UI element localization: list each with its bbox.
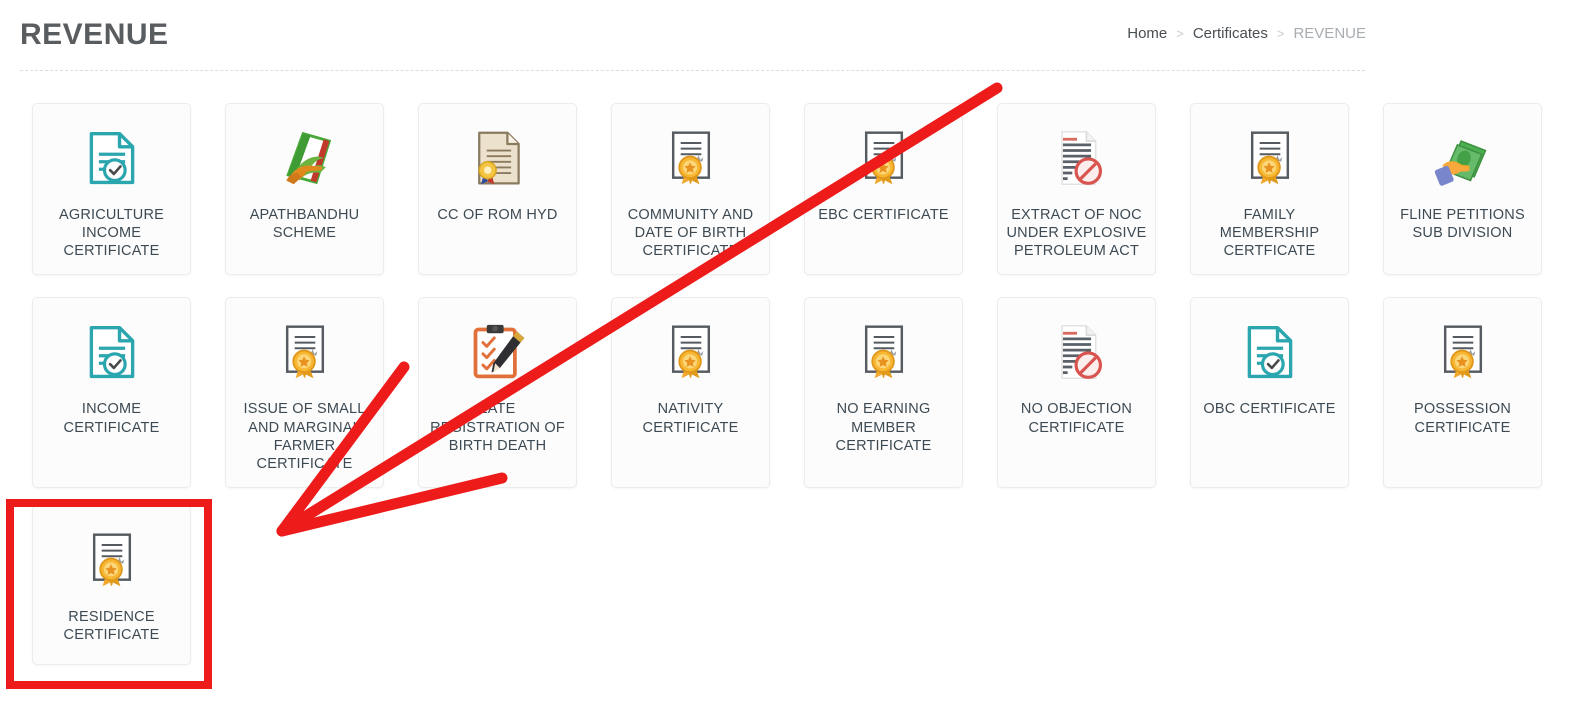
- certificate-card-fline-petitions-sub-division[interactable]: FLINE PETITIONS SUB DIVISION: [1383, 103, 1542, 276]
- certificate-card-label: RESIDENCE CERTIFICATE: [63, 609, 160, 644]
- certificate-card-label: APATHBANDHU SCHEME: [249, 207, 360, 242]
- breadcrumb-separator-icon: >: [1176, 26, 1184, 41]
- certificate-grid: AGRICULTURE INCOME CERTIFICATE APATHBAND…: [0, 103, 1586, 488]
- certificate-card-label: FLINE PETITIONS SUB DIVISION: [1400, 207, 1525, 242]
- teal-certificate-check-icon: [1239, 320, 1301, 384]
- certificate-card-late-registration-of-birth-death[interactable]: LATE REGISTRATION OF BIRTH DEATH: [418, 297, 577, 488]
- beige-document-seal-icon: [467, 126, 529, 190]
- revenue-certificates-page: REVENUE Home > Certificates > REVENUE AG…: [0, 0, 1586, 712]
- breadcrumb-item-revenue: REVENUE: [1293, 25, 1366, 42]
- certificate-card-family-membership-certficate[interactable]: FAMILY MEMBERSHIP CERTFICATE: [1190, 103, 1349, 276]
- certificate-card-ebc-certificate[interactable]: EBC CERTIFICATE: [804, 103, 963, 276]
- certificate-card-cc-of-rom-hyd[interactable]: CC OF ROM HYD: [418, 103, 577, 276]
- certificate-card-label: COMMUNITY AND DATE OF BIRTH CERTIFICATE: [627, 207, 754, 260]
- certificate-card-agriculture-income-certificate[interactable]: AGRICULTURE INCOME CERTIFICATE: [32, 103, 191, 276]
- certificate-card-label: NO EARNING MEMBER CERTIFICATE: [835, 401, 932, 454]
- teal-certificate-check-icon: [81, 320, 143, 384]
- teal-certificate-check-icon: [81, 126, 143, 190]
- certificate-card-label: FAMILY MEMBERSHIP CERTFICATE: [1219, 207, 1320, 260]
- certificate-card-residence-certificate[interactable]: RESIDENCE CERTIFICATE: [32, 505, 191, 665]
- hand-leaf-scheme-icon: [274, 126, 336, 190]
- breadcrumb-item-home[interactable]: Home: [1127, 25, 1167, 42]
- certificate-card-label: INCOME CERTIFICATE: [63, 401, 160, 436]
- certificate-card-label: OBC CERTIFICATE: [1203, 401, 1336, 418]
- header-divider: [20, 70, 1365, 71]
- gold-ribbon-certificate-icon: [660, 320, 722, 384]
- certificate-card-label: NO OBJECTION CERTIFICATE: [1020, 401, 1133, 436]
- clipboard-pen-icon: [467, 320, 529, 384]
- breadcrumb-separator-icon: >: [1276, 26, 1285, 41]
- certificate-card-label: EBC CERTIFICATE: [818, 207, 949, 223]
- certificate-card-label: AGRICULTURE INCOME CERTIFICATE: [58, 207, 165, 260]
- document-prohibited-icon: [1046, 126, 1108, 190]
- gold-ribbon-certificate-icon: [81, 528, 143, 592]
- breadcrumb-item-certificates[interactable]: Certificates: [1193, 25, 1268, 42]
- certificate-card-possession-certificate[interactable]: POSSESSION CERTIFICATE: [1383, 297, 1542, 488]
- certificate-card-no-earning-member-certificate[interactable]: NO EARNING MEMBER CERTIFICATE: [804, 297, 963, 488]
- gold-ribbon-certificate-icon: [853, 126, 915, 190]
- document-prohibited-icon: [1046, 320, 1108, 384]
- certificate-card-label: LATE REGISTRATION OF BIRTH DEATH: [430, 401, 565, 454]
- certificate-card-obc-certificate[interactable]: OBC CERTIFICATE: [1190, 297, 1349, 488]
- certificate-card-no-objection-certificate[interactable]: NO OBJECTION CERTIFICATE: [997, 297, 1156, 488]
- gold-ribbon-certificate-icon: [1239, 126, 1301, 190]
- gold-ribbon-certificate-icon: [1432, 320, 1494, 384]
- certificate-card-nativity-certificate[interactable]: NATIVITY CERTIFICATE: [611, 297, 770, 488]
- certificate-card-label: NATIVITY CERTIFICATE: [642, 401, 739, 436]
- certificate-card-issue-of-small-and-marginal-farmer-certificate[interactable]: ISSUE OF SMALL AND MARGINAL FARMER CERTI…: [225, 297, 384, 488]
- breadcrumb: Home > Certificates > REVENUE: [1127, 25, 1366, 42]
- hand-cash-icon: [1432, 126, 1494, 190]
- certificate-card-label: ISSUE OF SMALL AND MARGINAL FARMER CERTI…: [243, 401, 366, 472]
- certificate-card-label: POSSESSION CERTIFICATE: [1413, 401, 1512, 436]
- certificate-card-income-certificate[interactable]: INCOME CERTIFICATE: [32, 297, 191, 488]
- certificate-card-apathbandhu-scheme[interactable]: APATHBANDHU SCHEME: [225, 103, 384, 276]
- gold-ribbon-certificate-icon: [274, 320, 336, 384]
- page-header: REVENUE Home > Certificates > REVENUE: [0, 0, 1586, 72]
- certificate-card-label: EXTRACT OF NOC UNDER EXPLOSIVE PETROLEUM…: [1006, 207, 1147, 260]
- gold-ribbon-certificate-icon: [853, 320, 915, 384]
- certificate-grid-row-3: RESIDENCE CERTIFICATE: [32, 505, 191, 665]
- certificate-card-community-and-date-of-birth-certificate[interactable]: COMMUNITY AND DATE OF BIRTH CERTIFICATE: [611, 103, 770, 276]
- certificate-card-extract-of-noc-under-explosive-petroleum-act[interactable]: EXTRACT OF NOC UNDER EXPLOSIVE PETROLEUM…: [997, 103, 1156, 276]
- certificate-card-label: CC OF ROM HYD: [437, 207, 558, 223]
- page-title: REVENUE: [20, 18, 169, 51]
- gold-ribbon-certificate-icon: [660, 126, 722, 190]
